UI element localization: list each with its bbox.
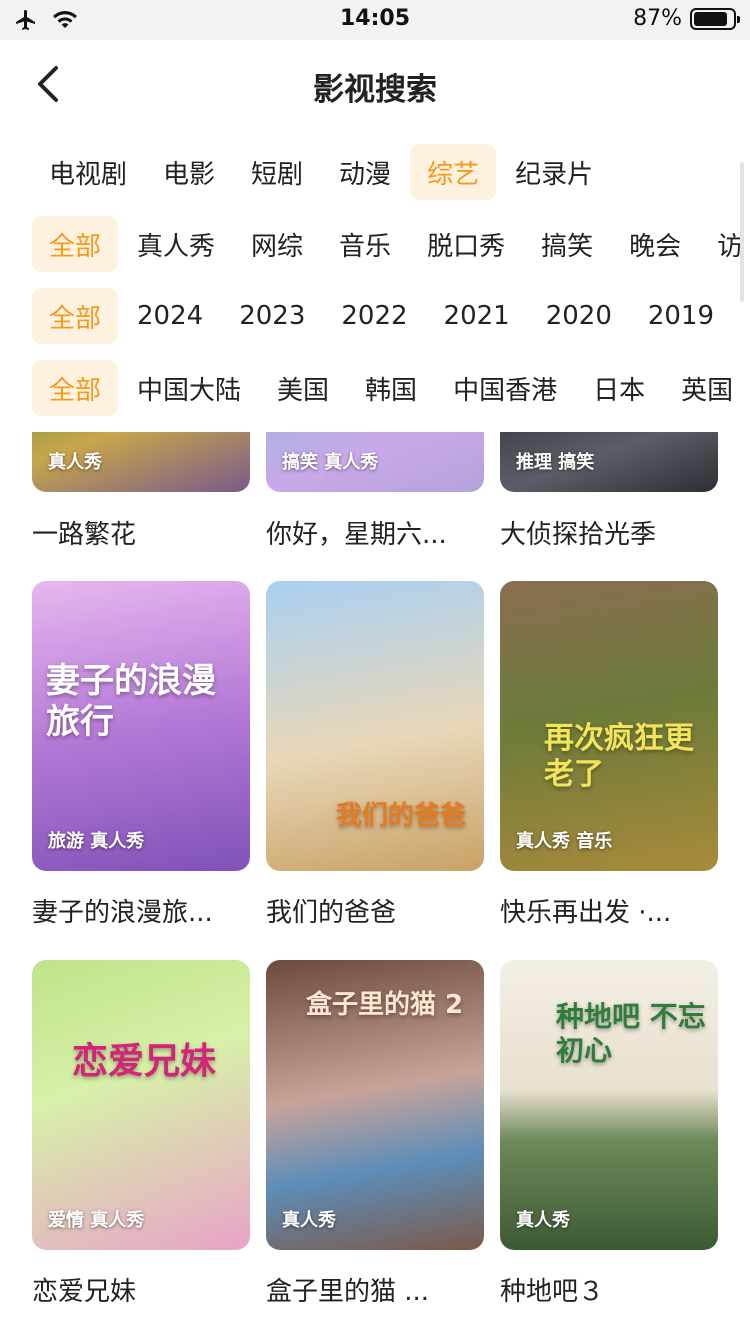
battery-percent: 87% (633, 6, 682, 31)
show-card[interactable]: 种地吧 不忘初心真人秀种地吧３ (500, 432, 718, 1334)
type-chip[interactable]: 网综 (234, 216, 320, 272)
show-poster[interactable]: 恋爱兄妹爱情 真人秀 (32, 960, 250, 1250)
battery-icon (690, 7, 740, 30)
show-title[interactable]: 你好，星期六... (266, 514, 484, 551)
poster-tags: 搞笑 真人秀 (282, 452, 379, 473)
show-poster[interactable]: Hello搞笑 真人秀 (266, 432, 484, 492)
results-grid: 一路繁花真人秀一路繁花 Hello搞笑 真人秀你好，星期六... 推理 搞笑大侦探拾… (0, 432, 750, 1334)
show-poster[interactable]: 我们的爸爸 (266, 581, 484, 871)
type-chip[interactable]: 真人秀 (120, 216, 232, 272)
category-chip[interactable]: 综艺 (410, 144, 497, 200)
poster-tags: 真人秀 (516, 1210, 570, 1231)
region-chip[interactable]: 韩国 (348, 360, 434, 416)
status-bar: 14:05 87% (0, 0, 750, 40)
show-title[interactable]: 大侦探拾光季 (500, 514, 718, 551)
category-tabs: 电视剧 电影 短剧 动漫 综艺 纪录片 (32, 144, 612, 200)
type-chip[interactable]: 音乐 (322, 216, 408, 272)
poster-title-art: 我们的爸爸 (336, 801, 467, 831)
show-title[interactable]: 妻子的浪漫旅... (32, 892, 250, 929)
show-title[interactable]: 快乐再出发 ·... (500, 892, 718, 929)
region-chip[interactable]: 英国 (664, 360, 750, 416)
type-chip[interactable]: 晚会 (612, 216, 698, 272)
status-right: 87% (633, 6, 740, 31)
category-chip[interactable]: 电视剧 (32, 144, 144, 200)
show-title[interactable]: 一路繁花 (32, 514, 250, 551)
scroll-indicator (740, 162, 744, 302)
year-chip[interactable]: 2022 (324, 288, 424, 344)
year-chip[interactable]: 2024 (120, 288, 220, 344)
category-chip[interactable]: 动漫 (322, 144, 408, 200)
show-card[interactable]: 盒子里的猫 2 真人秀盒子里的猫 ... (266, 432, 484, 1334)
poster-title-art: 恋爱兄妹 (72, 1041, 217, 1082)
poster-title-art: 种地吧 不忘初心 (556, 1000, 706, 1067)
show-poster[interactable]: 再次疯狂更老了真人秀 音乐 (500, 581, 718, 871)
poster-title-art: 盒子里的猫 2 (306, 990, 464, 1020)
show-title[interactable]: 盒子里的猫 ... (266, 1271, 484, 1308)
region-chip[interactable]: 全部 (32, 360, 119, 416)
region-chip[interactable]: 中国大陆 (120, 360, 258, 416)
poster-tags: 真人秀 (48, 452, 102, 473)
show-poster[interactable]: 推理 搞笑 (500, 432, 718, 492)
poster-tags: 爱情 真人秀 (48, 1210, 145, 1231)
poster-tags: 推理 搞笑 (516, 452, 595, 473)
show-poster[interactable]: 一路繁花真人秀 (32, 432, 250, 492)
category-chip[interactable]: 纪录片 (498, 144, 610, 200)
year-chip[interactable]: 全部 (32, 288, 119, 344)
page-title: 影视搜索 (313, 72, 437, 108)
region-filter-row: 全部 中国大陆 美国 韩国 中国香港 日本 英国 (32, 360, 750, 416)
year-filter-row: 全部20242023202220212020201920 (32, 288, 750, 344)
show-poster[interactable]: 妻子的浪漫旅行旅游 真人秀 (32, 581, 250, 871)
show-title[interactable]: 恋爱兄妹 (32, 1271, 250, 1308)
navigation-bar: 影视搜索 (0, 40, 750, 132)
year-chip[interactable]: 2019 (631, 288, 731, 344)
show-card[interactable]: 恋爱兄妹 爱情 真人秀 恋爱兄妹 (32, 432, 250, 1334)
show-title[interactable]: 我们的爸爸 (266, 892, 484, 929)
type-chip[interactable]: 脱口秀 (410, 216, 522, 272)
show-poster[interactable]: 种地吧 不忘初心真人秀 (500, 960, 718, 1250)
poster-tags: 旅游 真人秀 (48, 831, 145, 852)
category-chip[interactable]: 电影 (146, 144, 232, 200)
poster-tags: 真人秀 音乐 (516, 831, 613, 852)
battery-level (694, 11, 728, 26)
year-chip[interactable]: 2023 (222, 288, 322, 344)
poster-tags: 真人秀 (282, 1210, 336, 1231)
type-filter-row: 全部 真人秀 网综 音乐 脱口秀 搞笑 晚会访 (32, 216, 750, 272)
region-chip[interactable]: 中国香港 (436, 360, 574, 416)
type-chip[interactable]: 搞笑 (524, 216, 610, 272)
year-chip[interactable]: 2020 (529, 288, 629, 344)
filter-panel: 电视剧 电影 短剧 动漫 综艺 纪录片 全部 真人秀 网综 音乐 脱口秀 搞笑 晚会访 全部 2024 2… (0, 132, 750, 428)
year-chip[interactable]: 2021 (427, 288, 527, 344)
poster-title-art: 再次疯狂更老了 (544, 721, 694, 792)
region-chip[interactable]: 美国 (260, 360, 346, 416)
show-poster[interactable]: 盒子里的猫 2 真人秀 (266, 960, 484, 1250)
poster-title-art: 妻子的浪漫旅行 (46, 661, 216, 742)
type-chip[interactable]: 全部 (32, 216, 119, 272)
region-chip[interactable]: 日本 (576, 360, 662, 416)
category-chip[interactable]: 短剧 (234, 144, 320, 200)
show-title[interactable]: 种地吧３ (500, 1271, 718, 1308)
